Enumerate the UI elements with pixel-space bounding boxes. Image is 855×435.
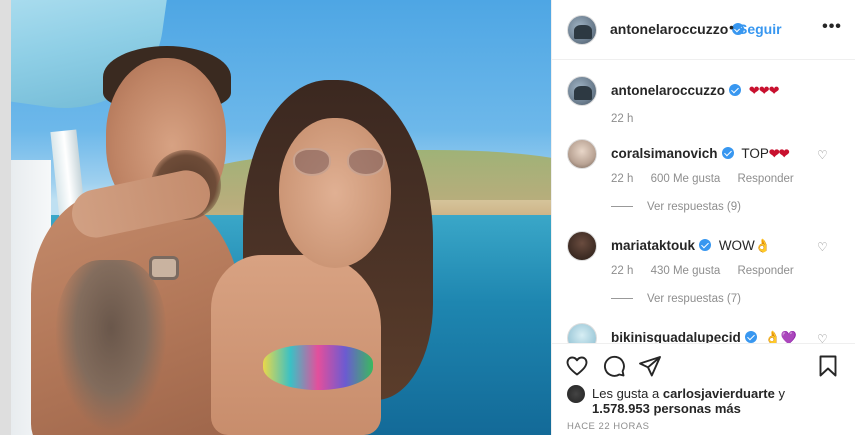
view-replies-text: Ver respuestas (9) bbox=[647, 201, 741, 213]
likes-summary: Les gusta a carlosjavierduarte y 1.578.9… bbox=[552, 383, 855, 419]
avatar[interactable] bbox=[567, 139, 597, 169]
comment-username[interactable]: coralsimanovich TOP❤❤ bbox=[611, 146, 790, 162]
reply-button[interactable]: Responder bbox=[737, 265, 793, 277]
likes-count-link[interactable]: 1.578.953 personas más bbox=[592, 401, 741, 416]
comment-username-text: coralsimanovich bbox=[611, 146, 718, 161]
comment-like-heart-icon[interactable]: ♡ bbox=[817, 149, 829, 161]
comment-username-text: bikinisguadalupecid bbox=[611, 330, 741, 343]
caption-text: ❤❤❤ bbox=[748, 83, 780, 98]
comment-text: TOP bbox=[741, 146, 769, 161]
caption-time[interactable]: 22 h bbox=[611, 113, 633, 125]
comment-username[interactable]: bikinisguadalupecid 👌💜 bbox=[611, 330, 797, 343]
caption-username[interactable]: antonelaroccuzzo ❤❤❤ bbox=[611, 83, 780, 99]
replies-divider bbox=[611, 298, 633, 300]
view-replies-link[interactable]: Ver respuestas (7) bbox=[611, 293, 741, 305]
avatar[interactable] bbox=[567, 76, 597, 106]
verified-badge-icon bbox=[744, 331, 757, 343]
caption-meta: 22 h bbox=[611, 113, 647, 125]
comment-text: WOW bbox=[718, 238, 755, 253]
comment-like-heart-icon[interactable]: ♡ bbox=[817, 241, 829, 253]
comment-like-heart-icon[interactable]: ♡ bbox=[817, 333, 829, 343]
comment-username[interactable]: mariataktouk WOW👌 bbox=[611, 238, 771, 254]
replies-divider bbox=[611, 206, 633, 208]
comment-username-text: mariataktouk bbox=[611, 238, 696, 253]
avatar[interactable] bbox=[567, 323, 597, 343]
view-replies-link[interactable]: Ver respuestas (9) bbox=[611, 201, 741, 213]
bookmark-icon[interactable] bbox=[816, 354, 840, 378]
follow-button[interactable]: Seguir bbox=[738, 21, 782, 37]
post-timestamp[interactable]: HACE 22 HORAS bbox=[567, 421, 650, 432]
verified-badge-icon bbox=[729, 84, 742, 96]
action-bar bbox=[552, 343, 855, 387]
photo-bikini bbox=[263, 345, 373, 390]
heart-emoji-icon: ❤❤ bbox=[768, 146, 790, 161]
post-photo[interactable] bbox=[11, 0, 551, 435]
post-side-panel: antonelaroccuzzo • Seguir ••• antonelaro… bbox=[551, 0, 855, 435]
caption-username-text: antonelaroccuzzo bbox=[611, 83, 726, 98]
backdrop bbox=[0, 0, 11, 435]
share-icon[interactable] bbox=[638, 354, 662, 378]
verified-badge-icon bbox=[721, 147, 734, 159]
liked-by-line: Les gusta a carlosjavierduarte y bbox=[592, 386, 785, 401]
comment-meta: 22 h 430 Me gusta Responder bbox=[611, 265, 808, 277]
comment-time[interactable]: 22 h bbox=[611, 173, 633, 185]
photo-woman-face bbox=[279, 118, 391, 268]
avatar[interactable] bbox=[567, 15, 597, 45]
photo-tattoo bbox=[56, 260, 166, 430]
comment-likes[interactable]: 430 Me gusta bbox=[651, 265, 721, 277]
emoji-icon: 👌💜 bbox=[764, 330, 797, 343]
verified-badge-icon bbox=[699, 239, 712, 251]
comment-meta: 22 h 600 Me gusta Responder bbox=[611, 173, 808, 185]
comment-time[interactable]: 22 h bbox=[611, 265, 633, 277]
separator-dot: • bbox=[729, 19, 734, 35]
avatar[interactable] bbox=[567, 385, 585, 403]
username-link[interactable]: antonelaroccuzzo bbox=[610, 21, 745, 37]
view-replies-text: Ver respuestas (7) bbox=[647, 293, 741, 305]
liked-by-prefix: Les gusta a bbox=[592, 386, 660, 401]
comment-icon[interactable] bbox=[602, 354, 626, 378]
liked-by-user-link[interactable]: carlosjavierduarte bbox=[663, 386, 775, 401]
liked-by-suffix: y bbox=[778, 386, 785, 401]
instagram-post-modal: antonelaroccuzzo • Seguir ••• antonelaro… bbox=[0, 0, 855, 435]
reply-button[interactable]: Responder bbox=[737, 173, 793, 185]
more-options-icon[interactable]: ••• bbox=[822, 19, 842, 38]
photo-watch bbox=[149, 256, 179, 280]
comments-list[interactable]: antonelaroccuzzo ❤❤❤ 22 h coralsimanovic… bbox=[552, 61, 855, 343]
ok-hand-emoji-icon: 👌 bbox=[754, 238, 771, 253]
post-header: antonelaroccuzzo • Seguir ••• bbox=[552, 0, 855, 60]
username-text: antonelaroccuzzo bbox=[610, 21, 729, 37]
comment-likes[interactable]: 600 Me gusta bbox=[651, 173, 721, 185]
avatar[interactable] bbox=[567, 231, 597, 261]
heart-icon[interactable] bbox=[565, 354, 589, 378]
photo-sunglasses bbox=[293, 148, 393, 178]
